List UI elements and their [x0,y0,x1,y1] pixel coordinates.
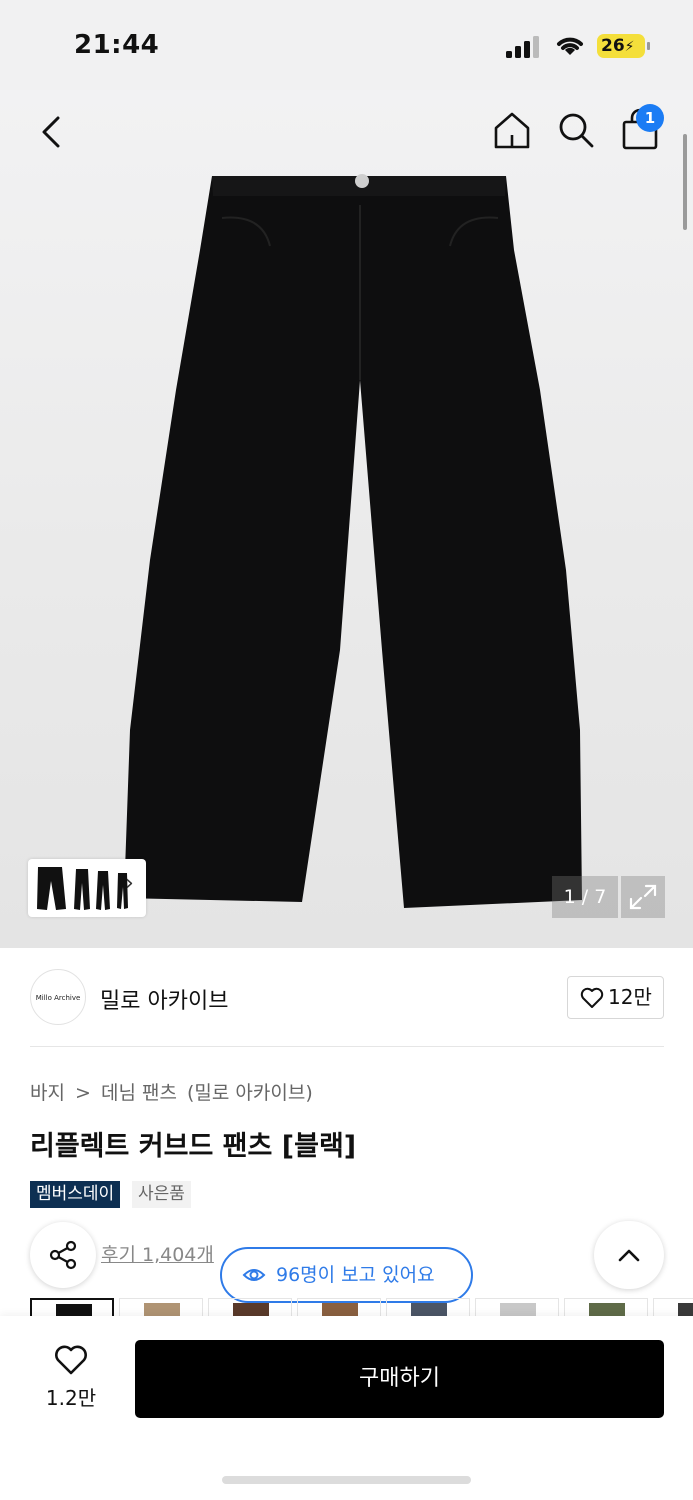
bottom-action-bar: 1.2만 구매하기 [0,1316,693,1500]
breadcrumb-category[interactable]: 바지 [30,1082,65,1104]
brand-name[interactable]: 밀로 아카이브 [100,983,228,1015]
breadcrumb-subcategory[interactable]: 데님 팬츠 [101,1082,177,1104]
members-day-tag: 멤버스데이 [30,1181,121,1208]
thumbnail-next-arrow[interactable]: › [125,871,134,896]
breadcrumb: 바지 > 데님 팬츠 (밀로 아카이브) [30,1078,317,1105]
eye-icon [242,1269,266,1281]
chevron-up-icon [618,1249,640,1262]
breadcrumb-brand[interactable]: (밀로 아카이브) [187,1082,313,1104]
cart-count-badge: 1 [636,104,664,132]
wifi-icon [557,37,583,55]
brand-like-count: 12만 [608,985,652,1009]
wishlist-button[interactable]: 1.2만 [36,1342,106,1412]
expand-button[interactable] [621,876,665,918]
expand-icon [629,884,657,910]
review-link[interactable]: 후기 1,404개 [101,1240,214,1267]
search-icon[interactable] [556,110,596,150]
scrollbar[interactable] [683,134,687,230]
share-icon [49,1240,77,1270]
battery-level: 26 [601,36,625,56]
image-counter: 1 / 7 [552,876,618,918]
heart-icon [55,1345,87,1375]
brand-like-button[interactable]: 12만 [567,976,664,1019]
home-icon[interactable] [492,110,532,150]
live-viewers-pill: 96명이 보고 있어요 [220,1247,473,1303]
status-bar: 21:44 26⚡ [0,0,693,90]
divider [30,1046,664,1047]
status-time: 21:44 [74,30,160,60]
breadcrumb-separator: > [75,1082,91,1104]
scroll-top-button[interactable] [594,1221,664,1289]
brand-logo[interactable]: Millo Archive [30,969,86,1025]
buy-button[interactable]: 구매하기 [135,1340,664,1418]
live-viewers-text: 96명이 보고 있어요 [276,1264,435,1286]
battery-indicator: 26⚡ [597,34,650,58]
image-thumbnail-strip[interactable]: › [28,859,146,917]
heart-icon [580,987,604,1008]
share-button[interactable] [30,1222,96,1288]
wishlist-count: 1.2만 [45,1386,97,1410]
signal-icon [506,36,539,58]
product-title: 리플렉트 커브드 팬츠 [블랙] [30,1131,357,1162]
gift-tag: 사은품 [132,1181,191,1208]
home-indicator[interactable] [222,1476,471,1484]
back-icon[interactable] [34,112,70,152]
product-image-gallery[interactable]: 1 › 1 / 7 [0,90,693,948]
product-image [124,174,582,908]
